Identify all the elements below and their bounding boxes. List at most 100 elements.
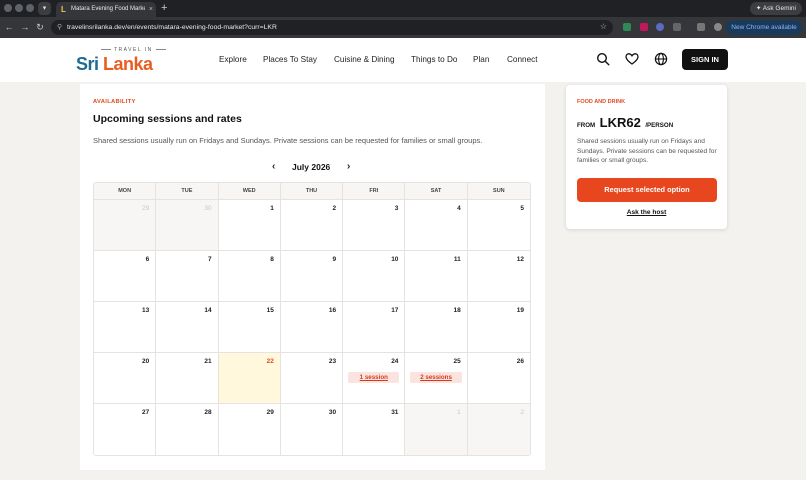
tab-search-chevron-icon[interactable]: ▾ xyxy=(38,2,51,15)
window-close-dot[interactable] xyxy=(4,4,12,12)
day-number: 15 xyxy=(266,307,274,314)
calendar-day[interactable]: 30 xyxy=(280,404,344,455)
day-number: 1 xyxy=(270,205,274,212)
day-number: 19 xyxy=(516,307,524,314)
download-icon[interactable] xyxy=(697,23,705,31)
window-minimize-dot[interactable] xyxy=(15,4,23,12)
session-link[interactable]: 2 sessions xyxy=(410,372,462,383)
browser-tab-bar: ▾ L Matara Evening Food Market × + ✦ Ask… xyxy=(0,0,806,17)
address-url[interactable]: travelinsrilanka.dev/en/events/matara-ev… xyxy=(67,23,277,32)
calendar-month-label: July 2026 xyxy=(292,162,331,172)
day-number: 7 xyxy=(207,256,212,263)
calendar-day[interactable]: 15 xyxy=(218,302,281,353)
new-tab-button[interactable]: + xyxy=(161,2,167,14)
availability-description: Shared sessions usually run on Fridays a… xyxy=(93,136,483,145)
calendar-day[interactable]: 31 xyxy=(343,404,406,455)
nav-explore[interactable]: Explore xyxy=(219,55,247,65)
chrome-update-button[interactable]: New Chrome available xyxy=(726,20,802,35)
calendar-day[interactable]: 27 xyxy=(94,404,157,455)
browser-tab-active[interactable]: L Matara Evening Food Market × xyxy=(56,2,156,17)
window-zoom-dot[interactable] xyxy=(26,4,34,12)
day-number: 10 xyxy=(391,256,399,263)
forward-arrow-icon[interactable]: → xyxy=(20,22,30,32)
ask-gemini-button[interactable]: ✦ Ask Gemini xyxy=(749,2,802,15)
calendar-day[interactable]: 9 xyxy=(280,251,344,302)
day-number: 1 xyxy=(457,409,461,416)
calendar-day[interactable]: 24 1 session xyxy=(343,353,406,404)
reload-icon[interactable]: ↻ xyxy=(35,22,45,32)
calendar-day[interactable]: 16 xyxy=(280,302,344,353)
day-number: 22 xyxy=(266,358,274,365)
day-number: 2 xyxy=(332,205,337,212)
ask-host-link[interactable]: Ask the host xyxy=(566,209,727,216)
calendar-day[interactable]: 11 xyxy=(405,251,468,302)
search-icon[interactable] xyxy=(596,52,610,66)
heart-icon[interactable] xyxy=(625,52,639,66)
calendar-day[interactable]: 17 xyxy=(343,302,406,353)
site-info-icon[interactable]: ⚲ xyxy=(57,23,62,32)
extension-pink-icon[interactable] xyxy=(640,23,648,31)
nav-places-to-stay[interactable]: Places To Stay xyxy=(263,55,317,65)
address-bar[interactable]: ⚲ travelinsrilanka.dev/en/events/matara-… xyxy=(51,20,613,35)
back-arrow-icon[interactable]: ← xyxy=(4,22,14,32)
globe-icon[interactable] xyxy=(654,52,668,66)
request-option-button[interactable]: Request selected option xyxy=(577,178,717,202)
calendar-day[interactable]: 1 xyxy=(218,200,281,251)
ask-gemini-label: Ask Gemini xyxy=(762,5,796,12)
calendar-day[interactable]: 25 2 sessions xyxy=(405,353,468,404)
calendar-day[interactable]: 20 xyxy=(94,353,157,404)
calendar-day[interactable]: 29 xyxy=(94,200,157,251)
session-link[interactable]: 1 session xyxy=(348,372,400,383)
calendar-day[interactable]: 23 xyxy=(280,353,344,404)
next-month-chevron-icon[interactable]: › xyxy=(347,162,350,172)
weekday-label: THU xyxy=(281,183,344,200)
prev-month-chevron-icon[interactable]: ‹ xyxy=(272,162,275,172)
nav-connect[interactable]: Connect xyxy=(507,55,538,65)
weekday-label: FRI xyxy=(343,183,406,200)
calendar-day[interactable]: 3 xyxy=(343,200,406,251)
calendar-day-today[interactable]: 22 xyxy=(218,353,281,404)
tab-close-icon[interactable]: × xyxy=(149,5,153,14)
day-number: 30 xyxy=(204,205,212,212)
weekday-label: SUN xyxy=(493,188,505,194)
calendar-day[interactable]: 7 xyxy=(156,251,219,302)
nav-plan[interactable]: Plan xyxy=(473,55,489,65)
calendar-day[interactable]: 30 xyxy=(156,200,219,251)
nav-things-to-do[interactable]: Things to Do xyxy=(411,55,457,65)
calendar-day[interactable]: 6 xyxy=(94,251,157,302)
day-number: 9 xyxy=(332,256,337,263)
extension-blue-icon[interactable] xyxy=(656,23,664,31)
calendar-day[interactable]: 1 xyxy=(405,404,468,455)
profile-avatar-icon[interactable] xyxy=(714,23,722,31)
calendar-day[interactable]: 14 xyxy=(156,302,219,353)
calendar-day[interactable]: 29 xyxy=(218,404,281,455)
calendar-day[interactable]: 21 xyxy=(156,353,219,404)
day-number: 31 xyxy=(391,409,399,416)
day-number: 5 xyxy=(520,205,524,212)
calendar-day[interactable]: 2 xyxy=(467,404,530,455)
site-logo[interactable]: TRAVEL IN Sri Lanka xyxy=(76,46,160,74)
weekday-label: MON xyxy=(94,183,157,200)
calendar-day[interactable]: 28 xyxy=(156,404,219,455)
availability-title: Upcoming sessions and rates xyxy=(93,113,242,125)
calendar-day[interactable]: 26 xyxy=(467,353,530,404)
extension-green-icon[interactable] xyxy=(623,23,631,31)
booking-panel: FOOD AND DRINK FROM LKR62 /PERSON Shared… xyxy=(566,85,727,229)
extensions-puzzle-icon[interactable] xyxy=(673,23,681,31)
calendar-day[interactable]: 18 xyxy=(405,302,468,353)
calendar-day[interactable]: 4 xyxy=(405,200,468,251)
calendar-day[interactable]: 13 xyxy=(94,302,157,353)
bookmark-star-icon[interactable]: ☆ xyxy=(600,22,607,32)
day-number: 14 xyxy=(204,307,212,314)
calendar-day[interactable]: 8 xyxy=(218,251,281,302)
day-number: 29 xyxy=(266,409,274,416)
sign-in-button[interactable]: SIGN IN xyxy=(682,49,728,70)
calendar-day[interactable]: 10 xyxy=(343,251,406,302)
day-number: 3 xyxy=(394,205,399,212)
calendar-day[interactable]: 12 xyxy=(467,251,530,302)
logo-lanka: Lanka xyxy=(103,54,153,74)
nav-cuisine-dining[interactable]: Cuisine & Dining xyxy=(334,55,395,65)
calendar-day[interactable]: 2 xyxy=(280,200,344,251)
calendar-day[interactable]: 5 xyxy=(467,200,530,251)
calendar-day[interactable]: 19 xyxy=(467,302,530,353)
